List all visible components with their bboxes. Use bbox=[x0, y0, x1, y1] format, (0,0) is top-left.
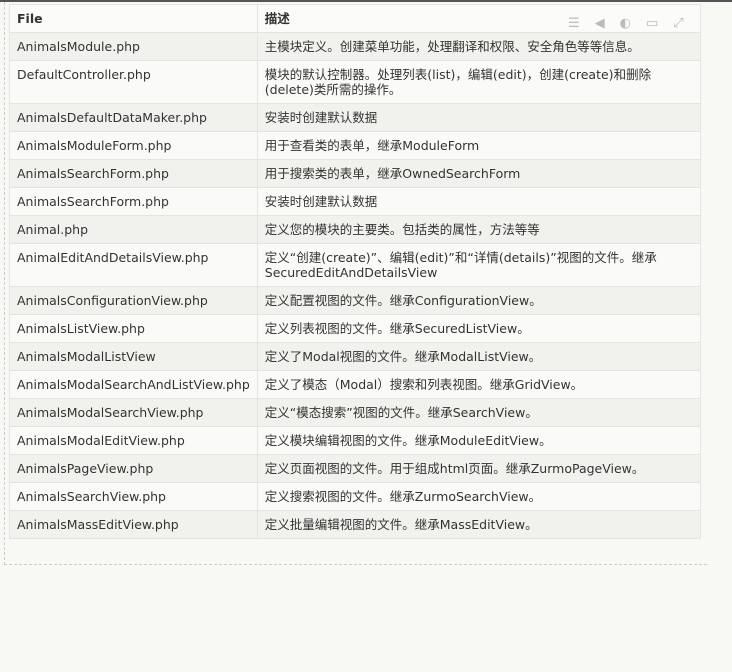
list-icon[interactable]: ☰ bbox=[568, 16, 580, 31]
description-cell: 定义搜索视图的文件。继承ZurmoSearchView。 bbox=[256, 482, 702, 511]
table-row: AnimalsModalSearchAndListView.php 定义了模态（M… bbox=[9, 370, 702, 399]
column-header-file: File bbox=[9, 4, 258, 33]
description-cell: 用于搜索类的表单，继承OwnedSearchForm bbox=[256, 159, 702, 188]
table-row: AnimalsConfigurationView.php 定义配置视图的文件。继承… bbox=[9, 286, 702, 315]
file-cell: AnimalsDefaultDataMaker.php bbox=[9, 103, 258, 132]
table-row: Animal.php 定义您的模块的主要类。包括类的属性，方法等等 bbox=[9, 215, 702, 244]
table-row: AnimalsDefaultDataMaker.php 安装时创建默认数据 bbox=[9, 103, 702, 132]
file-cell: AnimalsSearchForm.php bbox=[9, 159, 258, 188]
fullscreen-icon[interactable]: ⤢ bbox=[673, 16, 683, 31]
file-cell: AnimalsModalSearchView.php bbox=[9, 398, 258, 427]
file-cell: AnimalsModalEditView.php bbox=[9, 426, 258, 455]
file-cell: AnimalsPageView.php bbox=[9, 454, 258, 483]
table-row: AnimalsListView.php 定义列表视图的文件。继承SecuredLi… bbox=[9, 314, 702, 343]
description-cell: 定义批量编辑视图的文件。继承MassEditView。 bbox=[256, 510, 702, 539]
file-cell: AnimalsModuleForm.php bbox=[9, 131, 258, 160]
file-cell: AnimalsModule.php bbox=[9, 32, 258, 61]
description-cell: 主模块定义。创建菜单功能，处理翻译和权限、安全角色等等信息。 bbox=[256, 32, 702, 61]
contrast-icon[interactable]: ◐ bbox=[620, 16, 631, 31]
file-cell: AnimalsModalListView bbox=[9, 342, 258, 371]
file-cell: DefaultController.php bbox=[9, 60, 258, 104]
slide-toolbar: ☰ ◀ ◐ ▭ ⤢ bbox=[568, 16, 684, 31]
description-cell: 定义您的模块的主要类。包括类的属性，方法等等 bbox=[256, 215, 702, 244]
description-cell: 安装时创建默认数据 bbox=[256, 187, 702, 216]
file-cell: AnimalsSearchForm.php bbox=[9, 187, 258, 216]
file-cell: AnimalEditAndDetailsView.php bbox=[9, 243, 258, 287]
table-row: AnimalsMassEditView.php 定义批量编辑视图的文件。继承Mas… bbox=[9, 510, 702, 539]
description-cell: 模块的默认控制器。处理列表(list)，编辑(edit)，创建(create)和… bbox=[256, 60, 702, 104]
description-cell: 定义模块编辑视图的文件。继承ModuleEditView。 bbox=[256, 426, 702, 455]
table-row: AnimalsModalEditView.php 定义模块编辑视图的文件。继承Mo… bbox=[9, 426, 702, 455]
table-row: AnimalEditAndDetailsView.php 定义“创建(create… bbox=[9, 243, 702, 287]
description-cell: 定义配置视图的文件。继承ConfigurationView。 bbox=[256, 286, 702, 315]
table-row: AnimalsModalListView 定义了Modal视图的文件。继承Moda… bbox=[9, 342, 702, 371]
table-row: AnimalsSearchView.php 定义搜索视图的文件。继承ZurmoSe… bbox=[9, 482, 702, 511]
description-cell: 定义了Modal视图的文件。继承ModalListView。 bbox=[256, 342, 702, 371]
file-cell: Animal.php bbox=[9, 215, 258, 244]
monitor-icon[interactable]: ▭ bbox=[646, 16, 658, 31]
table-row: AnimalsPageView.php 定义页面视图的文件。用于组成html页面。… bbox=[9, 454, 702, 483]
description-cell: 定义了模态（Modal）搜索和列表视图。继承GridView。 bbox=[256, 370, 702, 399]
description-cell: 定义“模态搜索”视图的文件。继承SearchView。 bbox=[256, 398, 702, 427]
description-cell: 用于查看类的表单，继承ModuleForm bbox=[256, 131, 702, 160]
table-row: DefaultController.php 模块的默认控制器。处理列表(list)… bbox=[9, 60, 702, 104]
file-cell: AnimalsListView.php bbox=[9, 314, 258, 343]
description-cell: 定义列表视图的文件。继承SecuredListView。 bbox=[256, 314, 702, 343]
table-row: AnimalsSearchForm.php 用于搜索类的表单，继承OwnedSea… bbox=[9, 159, 702, 188]
previous-icon[interactable]: ◀ bbox=[595, 16, 605, 31]
table-row: AnimalsModalSearchView.php 定义“模态搜索”视图的文件。… bbox=[9, 398, 702, 427]
description-cell: 安装时创建默认数据 bbox=[256, 103, 702, 132]
table-row: AnimalsSearchForm.php 安装时创建默认数据 bbox=[9, 187, 702, 216]
table-row: AnimalsModule.php 主模块定义。创建菜单功能，处理翻译和权限、安全… bbox=[9, 32, 702, 61]
file-cell: AnimalsConfigurationView.php bbox=[9, 286, 258, 315]
description-cell: 定义页面视图的文件。用于组成html页面。继承ZurmoPageView。 bbox=[256, 454, 702, 483]
description-cell: 定义“创建(create)”、编辑(edit)”和“详情(details)”视图… bbox=[256, 243, 702, 287]
file-cell: AnimalsMassEditView.php bbox=[9, 510, 258, 539]
file-table: File 描述 AnimalsModule.php 主模块定义。创建菜单功能，处理… bbox=[9, 4, 702, 539]
file-cell: AnimalsModalSearchAndListView.php bbox=[9, 370, 258, 399]
table-row: AnimalsModuleForm.php 用于查看类的表单，继承ModuleFo… bbox=[9, 131, 702, 160]
file-cell: AnimalsSearchView.php bbox=[9, 482, 258, 511]
